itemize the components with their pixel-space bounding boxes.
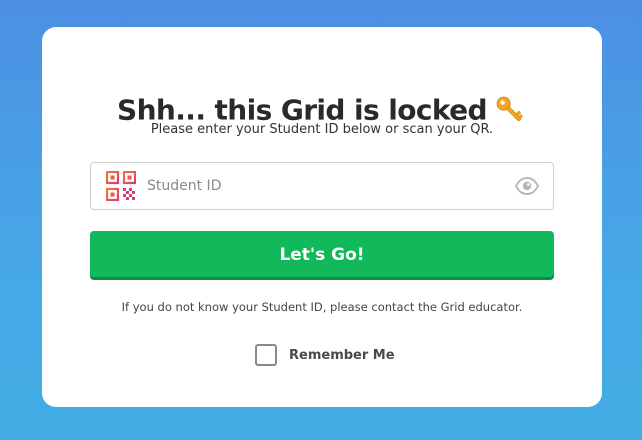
lets-go-button[interactable]: Let's Go! — [90, 231, 554, 277]
remember-me-label[interactable]: Remember Me — [289, 348, 395, 363]
qr-code-icon[interactable] — [106, 171, 136, 201]
login-card: Shh... this Grid is locked Please enter … — [42, 27, 602, 407]
student-id-input[interactable] — [147, 173, 497, 199]
remember-me-checkbox[interactable] — [255, 344, 277, 366]
eye-icon[interactable] — [515, 176, 539, 196]
student-id-field[interactable] — [90, 162, 554, 210]
help-text: If you do not know your Student ID, plea… — [121, 300, 523, 314]
subtitle: Please enter your Student ID below or sc… — [150, 122, 494, 137]
remember-me-toggle[interactable]: Remember Me — [255, 342, 395, 368]
